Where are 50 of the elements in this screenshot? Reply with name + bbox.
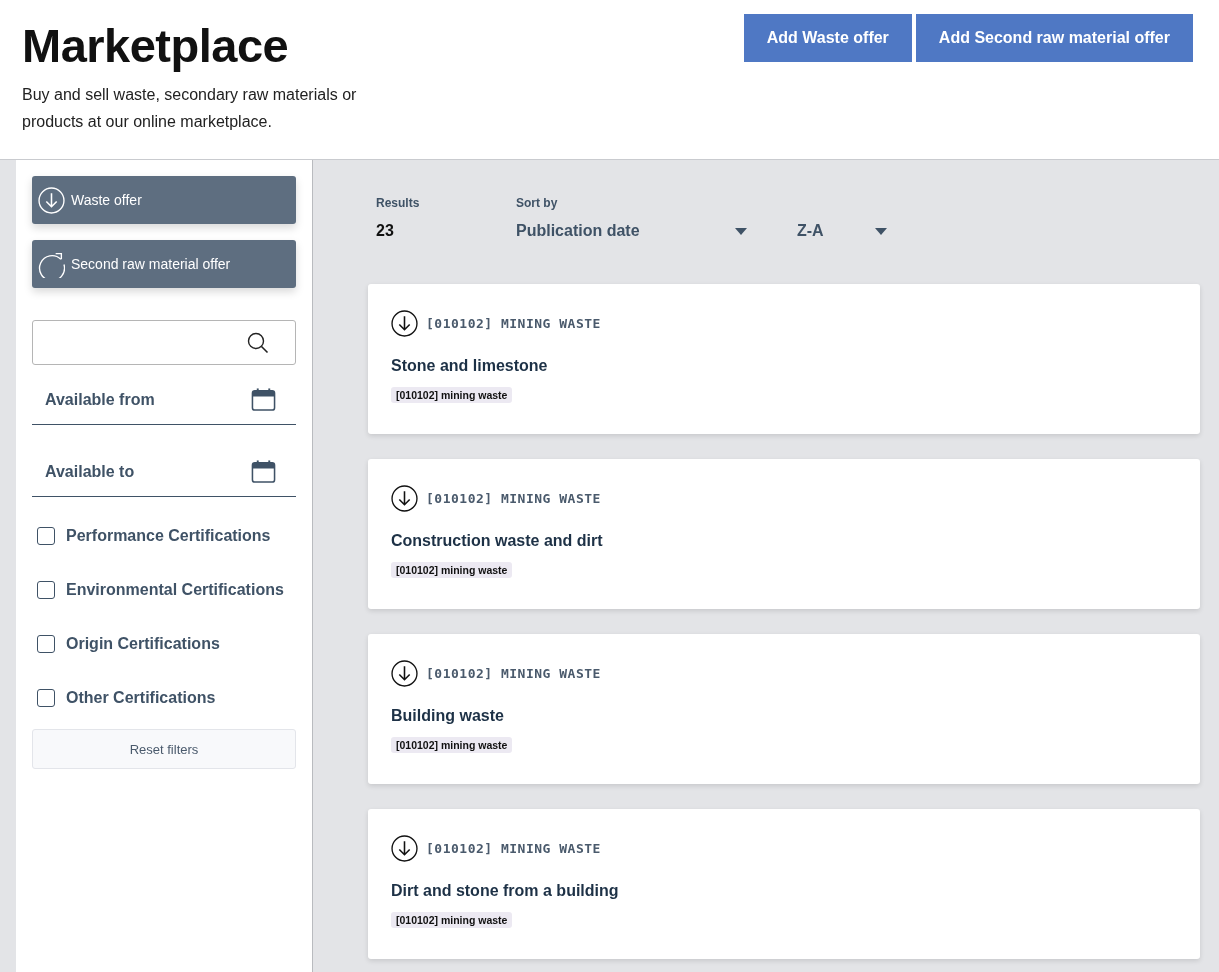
offer-title: Dirt and stone from a building	[391, 882, 619, 900]
offer-type-button[interactable]: Second raw material offer	[32, 240, 296, 288]
checkbox[interactable]	[37, 527, 55, 545]
refresh-icon	[38, 250, 65, 278]
offer-category: [010102] MINING WASTE	[426, 841, 601, 856]
offer-title: Building waste	[391, 707, 504, 725]
offer-category: [010102] MINING WASTE	[426, 666, 601, 681]
sort-field-dropdown[interactable]: Publication date	[516, 222, 747, 240]
results-count: 23	[376, 222, 395, 240]
category-tag: [010102] mining waste	[391, 912, 513, 928]
offer-title: Stone and limestone	[391, 357, 548, 375]
offer-card[interactable]: [010102] MINING WASTE Construction waste and dirt [010102] mining waste	[368, 459, 1200, 609]
down-arrow-circle-icon	[391, 485, 418, 512]
add-offer-button[interactable]: Add Second raw material offer	[915, 14, 1193, 62]
down-arrow-circle-icon	[38, 186, 65, 214]
offer-category: [010102] MINING WASTE	[426, 491, 601, 506]
caret-icon	[875, 227, 887, 235]
checkbox[interactable]	[37, 635, 55, 653]
reset-filters-button[interactable]: Reset filters	[32, 729, 296, 769]
checkbox-label[interactable]: Other Certifications	[66, 689, 216, 707]
category-tag: [010102] mining waste	[391, 387, 513, 403]
offer-card[interactable]: [010102] MINING WASTE Stone and limestone [010102] mining waste	[368, 284, 1200, 434]
calendar-icon	[251, 459, 276, 484]
add-offer-button[interactable]: Add Waste offer	[743, 14, 912, 62]
search-icon	[247, 331, 269, 354]
checkbox[interactable]	[37, 689, 55, 707]
page-subtitle: Buy and sell waste, secondary raw materials or products at our online marketplace.	[22, 85, 358, 132]
down-arrow-circle-icon	[391, 310, 418, 337]
sort-label: Sort by	[516, 196, 559, 210]
results-label: Results	[376, 196, 421, 210]
sort-order-dropdown[interactable]: Z-A	[797, 222, 887, 240]
caret-icon	[735, 227, 747, 235]
checkbox-label[interactable]: Environmental Certifications	[66, 581, 284, 599]
category-tag: [010102] mining waste	[391, 562, 513, 578]
offer-category: [010102] MINING WASTE	[426, 316, 601, 331]
checkbox-label[interactable]: Origin Certifications	[66, 635, 220, 653]
down-arrow-circle-icon	[391, 660, 418, 687]
search-field[interactable]	[32, 320, 296, 365]
category-tag: [010102] mining waste	[391, 737, 513, 753]
date-field[interactable]: Available from	[32, 365, 296, 425]
offer-title: Construction waste and dirt	[391, 532, 603, 550]
checkbox[interactable]	[37, 581, 55, 599]
page-title: Marketplace	[22, 18, 290, 73]
down-arrow-circle-icon	[391, 835, 418, 862]
checkbox-label[interactable]: Performance Certifications	[66, 527, 271, 545]
offer-type-button[interactable]: Waste offer	[32, 176, 296, 224]
offer-card[interactable]: [010102] MINING WASTE Building waste [010102] mining waste	[368, 634, 1200, 784]
date-field[interactable]: Available to	[32, 437, 296, 497]
offer-card[interactable]: [010102] MINING WASTE Dirt and stone from a building [010102] mining waste	[368, 809, 1200, 959]
calendar-icon	[251, 387, 276, 412]
